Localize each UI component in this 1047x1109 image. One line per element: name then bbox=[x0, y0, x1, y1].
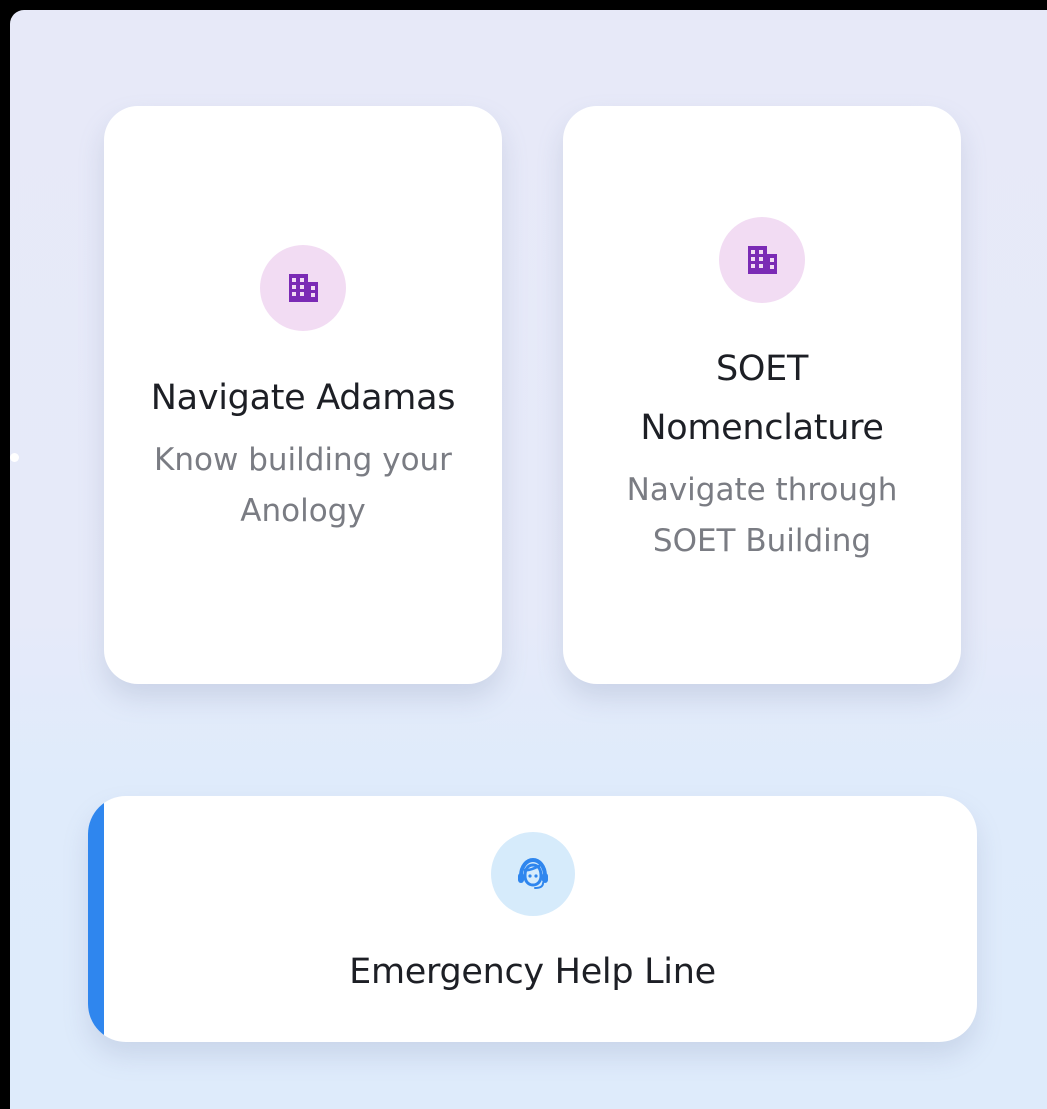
card-subtitle: Navigate through SOET Building bbox=[626, 472, 898, 559]
building-icon bbox=[260, 245, 346, 331]
soet-nomenclature-card[interactable]: SOET Nomenclature Navigate through SOET … bbox=[563, 106, 961, 684]
card-title: SOET Nomenclature bbox=[640, 349, 884, 448]
app-screen: Navigate Adamas Know building your Anolo… bbox=[10, 10, 1047, 1109]
card-title: Navigate Adamas bbox=[150, 378, 456, 418]
edge-indicator-dot bbox=[10, 453, 19, 462]
headset-support-icon bbox=[490, 832, 575, 916]
emergency-help-line-card[interactable]: Emergency Help Line bbox=[88, 796, 977, 1042]
help-card-title: Emergency Help Line bbox=[349, 952, 716, 992]
card-accent-bar bbox=[88, 796, 104, 1042]
building-icon bbox=[719, 217, 805, 303]
navigate-adamas-card[interactable]: Navigate Adamas Know building your Anolo… bbox=[104, 106, 502, 684]
card-subtitle: Know building your Anology bbox=[154, 442, 452, 529]
